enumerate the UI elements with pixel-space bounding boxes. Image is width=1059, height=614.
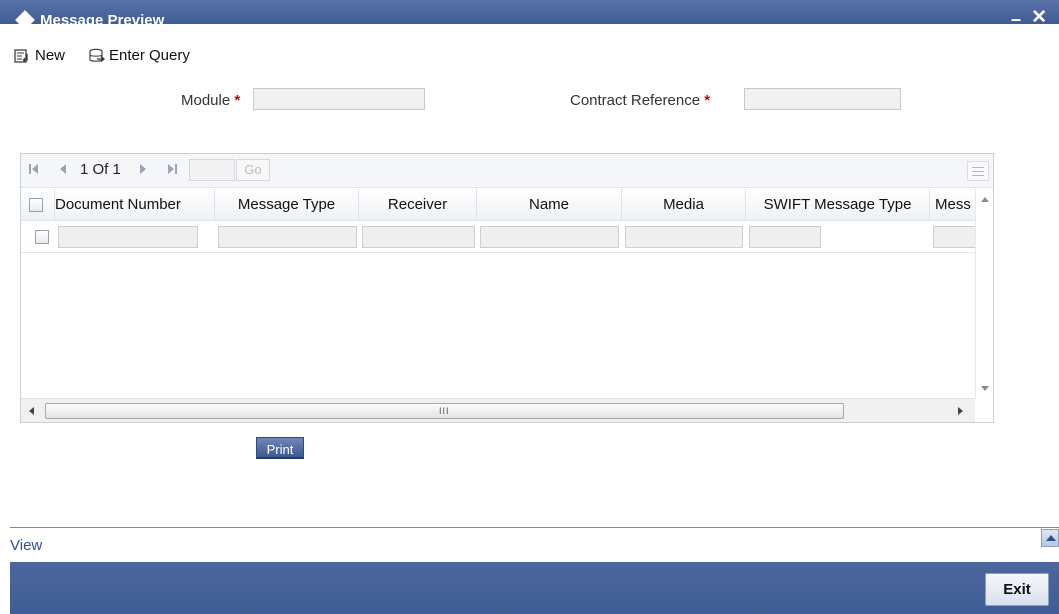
view-link[interactable]: View [10,537,42,554]
previous-page-icon[interactable] [59,162,67,178]
next-page-icon[interactable] [139,162,147,178]
cell-message-type[interactable] [218,226,357,248]
select-all-cell [21,189,55,221]
window-titlebar: Message Preview – ✕ [0,0,1059,34]
page-number-input[interactable] [189,159,235,181]
arrow-up-icon [1046,535,1056,541]
cell-swift-message-type[interactable] [749,226,821,248]
col-document-number[interactable]: Document Number [55,189,215,221]
cell-media[interactable] [625,226,743,248]
footer-divider [10,527,1059,528]
col-receiver[interactable]: Receiver [359,189,477,221]
module-required-marker: * [234,92,241,109]
contract-reference-required-marker: * [704,92,711,109]
window-title: Message Preview [40,12,165,29]
expand-up-button[interactable] [1041,529,1059,547]
module-label-text: Module [181,92,231,109]
contract-reference-input[interactable] [744,88,901,110]
cell-document-number[interactable] [58,226,198,248]
horizontal-scroll-thumb[interactable]: III [45,403,844,419]
toolbar: New Enter Query [0,44,1059,70]
new-document-icon [14,48,32,64]
select-all-checkbox[interactable] [29,198,43,212]
page-indicator: 1 Of 1 [80,161,121,178]
horizontal-scrollbar[interactable]: III [21,398,975,422]
module-input[interactable] [253,88,425,110]
new-button[interactable]: New [14,47,65,64]
last-page-icon[interactable] [167,162,177,178]
message-grid: 1 Of 1 Go Document Number Message Type R… [20,153,994,423]
cell-receiver[interactable] [362,226,475,248]
scroll-left-icon[interactable] [29,407,34,415]
cell-message-truncated[interactable] [933,226,975,248]
contract-reference-label-text: Contract Reference [570,92,701,109]
enter-query-button[interactable]: Enter Query [88,47,190,64]
col-name[interactable]: Name [477,189,622,221]
scroll-grip: III [439,406,450,416]
row-checkbox[interactable] [35,230,49,244]
enter-query-label: Enter Query [109,47,190,64]
col-message-type[interactable]: Message Type [215,189,359,221]
bottom-action-bar: Exit [10,562,1059,614]
cell-name[interactable] [480,226,619,248]
new-button-label: New [35,47,66,64]
query-icon [88,48,106,64]
go-button[interactable]: Go [236,159,270,181]
module-label: Module * [181,92,240,109]
scroll-right-icon[interactable] [958,407,963,415]
scroll-down-icon[interactable] [981,386,989,391]
grid-pager: 1 Of 1 Go [21,154,993,188]
close-button[interactable]: ✕ [1031,8,1047,28]
table-header: Document Number Message Type Receiver Na… [21,189,975,221]
table-row [21,221,975,253]
vertical-scrollbar[interactable] [975,189,993,399]
contract-reference-label: Contract Reference * [570,92,710,109]
print-button[interactable]: Print [256,437,304,459]
first-page-icon[interactable] [29,162,39,178]
col-message-truncated[interactable]: Mess [930,189,975,221]
scroll-up-icon[interactable] [981,197,989,202]
exit-button[interactable]: Exit [985,573,1049,606]
column-menu-icon[interactable] [967,161,989,181]
minimize-button[interactable]: – [1011,10,1021,28]
col-swift-message-type[interactable]: SWIFT Message Type [746,189,930,221]
col-media[interactable]: Media [622,189,746,221]
window-diamond-icon [15,10,35,30]
